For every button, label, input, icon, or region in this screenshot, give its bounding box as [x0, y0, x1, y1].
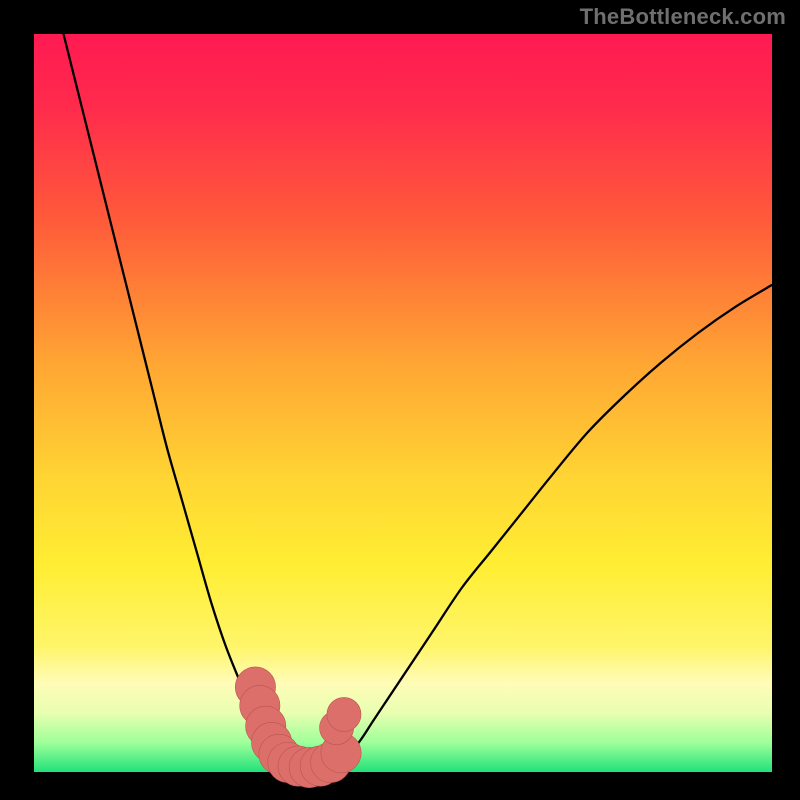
gradient-background	[34, 34, 772, 772]
data-marker	[327, 697, 361, 731]
chart-canvas	[0, 0, 800, 800]
watermark-label: TheBottleneck.com	[580, 4, 786, 30]
outer-frame: TheBottleneck.com	[0, 0, 800, 800]
